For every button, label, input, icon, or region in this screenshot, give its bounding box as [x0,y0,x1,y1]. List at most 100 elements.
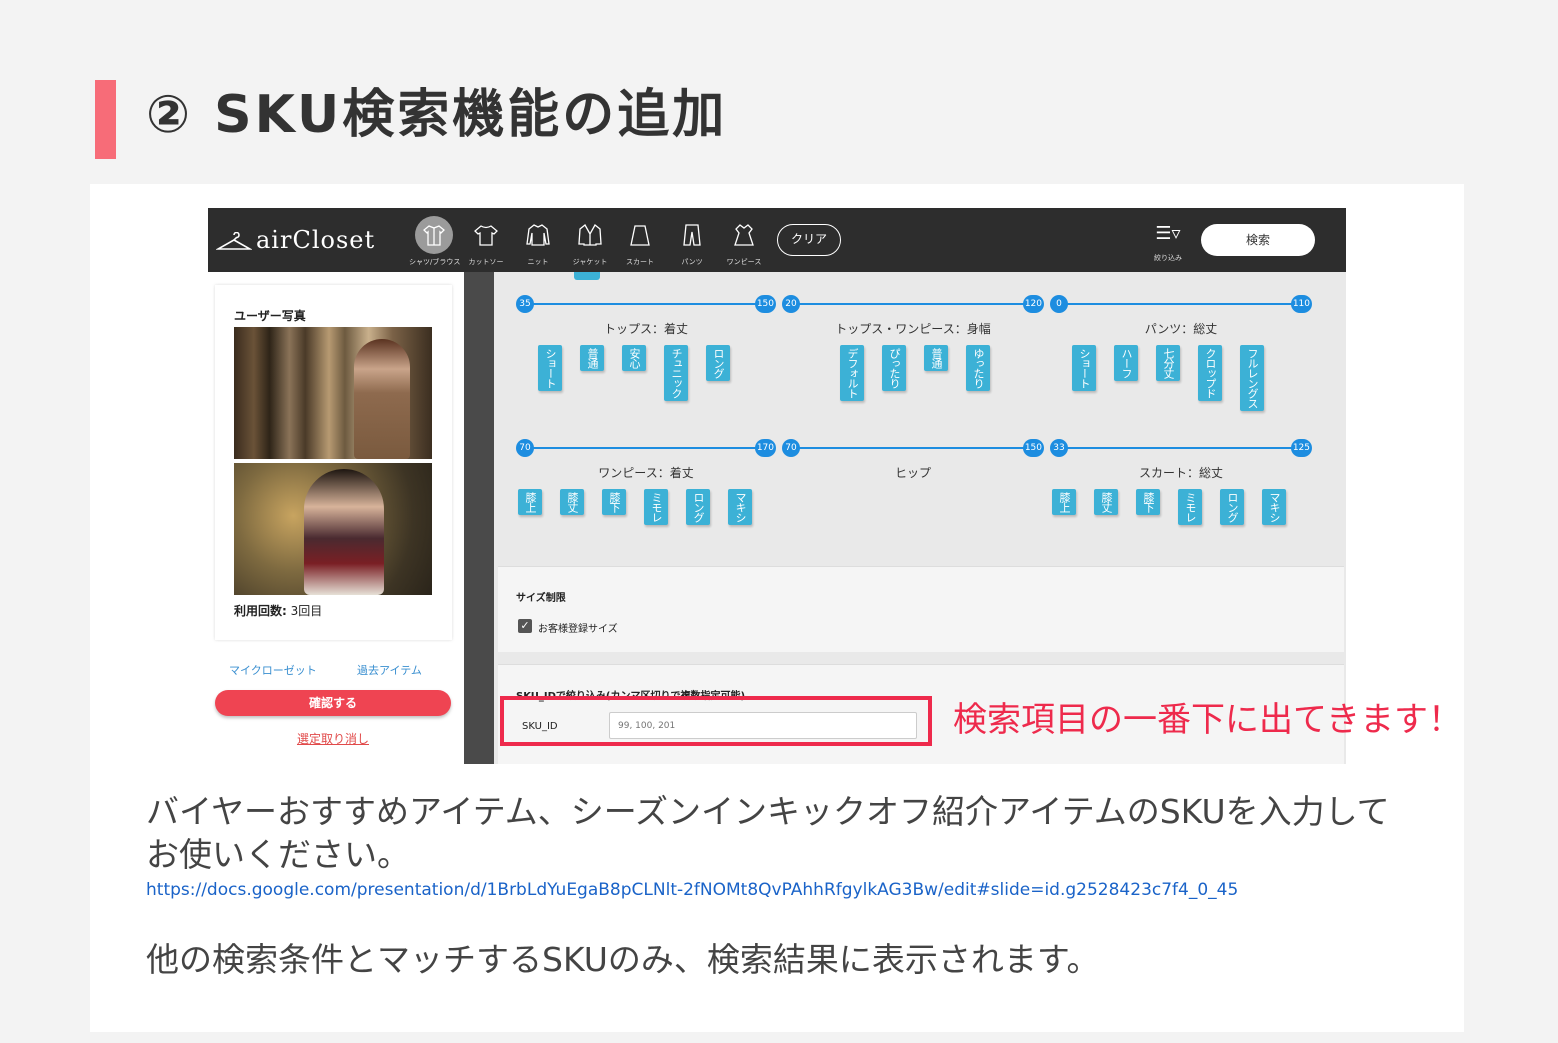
range-max-handle[interactable]: 110 [1290,295,1312,313]
filter-chip[interactable]: フルレングス [1240,345,1264,411]
range-max-handle[interactable]: 125 [1290,439,1312,457]
filter-chip[interactable]: チュニック [664,345,688,401]
range-slider[interactable]: 70 150 [782,439,1044,459]
filter-chip[interactable]: ハーフ [1114,345,1138,381]
clear-button[interactable]: クリア [777,224,841,256]
tshirt-icon [467,216,505,254]
skirt-icon [621,216,659,254]
range-min-handle[interactable]: 35 [516,295,534,313]
tab-past-items[interactable]: 過去アイテム [357,662,422,678]
category-pants[interactable]: パンツ [667,216,717,267]
user-photo-1[interactable] [234,327,432,459]
confirm-button[interactable]: 確認する [215,690,451,716]
registered-size-checkbox[interactable]: ✓ [518,619,532,633]
scrolled-chip-edge [574,272,600,280]
filter-chip[interactable]: 膝丈 [560,489,584,515]
filter-chip[interactable]: 普通 [580,345,604,371]
range-slider[interactable]: 70 170 [516,439,776,459]
range-max-handle[interactable]: 150 [1022,439,1044,457]
hanger-icon [216,231,252,250]
category-label: スカート [626,258,654,266]
callout-text: 検索項目の一番下に出てきます！ [953,700,1462,740]
range-slider[interactable]: 33 125 [1050,439,1312,459]
filter-panel: 35 150 トップス：着丈 ショート 普通 安心 チュニック ロング 20 120 トップス・ワン… [494,272,1346,764]
sku-highlight-box [500,696,932,746]
filter-chip[interactable]: ショート [538,345,562,391]
title-accent-bar [95,80,116,159]
search-button[interactable]: 検索 [1201,224,1315,256]
category-label: シャツ/ブラウス [409,258,461,266]
cancel-selection-link[interactable]: 選定取り消し [208,730,458,747]
filter-chip[interactable]: デフォルト [840,345,864,401]
filter-chip[interactable]: 普通 [924,345,948,371]
range-track [524,303,768,305]
range-max-handle[interactable]: 120 [1022,295,1044,313]
filter-group-title: トップス：着丈 [603,322,688,336]
filter-chip[interactable]: ロング [1220,489,1244,525]
filter-label: 絞り込み [1154,254,1182,262]
range-track [790,447,1036,449]
category-skirt[interactable]: スカート [615,216,665,267]
range-min-handle[interactable]: 0 [1050,295,1068,313]
logo-text: airCloset [256,226,376,254]
category-label: カットソー [468,258,504,266]
filter-chip[interactable]: ロング [706,345,730,381]
range-min-handle[interactable]: 70 [516,439,534,457]
filter-chip[interactable]: ゆったり [966,345,990,391]
aircloset-logo[interactable]: airCloset [216,226,375,254]
registered-size-label: お客様登録サイズ [538,624,618,635]
top-navigation-bar: airCloset シャツ/ブラウス カットソー ニット ジャケット スカート パンツ ワン… [208,208,1346,272]
filter-chip[interactable]: クロップド [1198,345,1222,401]
filter-chip[interactable]: 膝下 [1136,489,1160,515]
range-track [790,303,1036,305]
category-tshirt[interactable]: カットソー [461,216,511,267]
filter-group-title: ヒップ [894,466,931,480]
range-max-handle[interactable]: 170 [754,439,776,457]
category-label: パンツ [681,258,703,266]
filter-group-title: トップス・ワンピース：身幅 [835,322,991,336]
range-track [1058,447,1304,449]
filter-chip[interactable]: 膝上 [1052,489,1076,515]
knit-icon [519,216,557,254]
description-text-2: 他の検索条件とマッチするSKUのみ、検索結果に表示されます。 [146,940,1100,979]
filter-chip[interactable]: マキシ [728,489,752,525]
filter-chip[interactable]: ミモレ [644,489,668,525]
slide-title: ② SKU検索機能の追加 [146,85,728,145]
shirt-icon [415,216,453,254]
filter-chip[interactable]: 膝丈 [1094,489,1118,515]
description-text-1: バイヤーおすすめアイテム、シーズンインキックオフ紹介アイテムのSKUを入力してお… [146,792,1390,874]
left-panel: ユーザー写真 利用回数: 3回目 マイクローゼット 過去アイテム 確認する 選定… [208,272,464,764]
filter-chip[interactable]: ロング [686,489,710,525]
category-shirt[interactable]: シャツ/ブラウス [409,216,461,267]
category-dress[interactable]: ワンピース [719,216,769,267]
category-label: ジャケット [572,258,608,266]
panel-divider [464,272,494,764]
filter-chip[interactable]: 膝上 [518,489,542,515]
filter-chip[interactable]: マキシ [1262,489,1286,525]
filter-button[interactable]: ☰▿ 絞り込み [1148,220,1188,263]
filter-chip[interactable]: 七分丈 [1156,345,1180,381]
range-slider[interactable]: 35 150 [516,295,776,315]
category-knit[interactable]: ニット [513,216,563,267]
filter-chip[interactable]: ショート [1072,345,1096,391]
filter-chip[interactable]: 膝下 [602,489,626,515]
filter-chip[interactable]: ミモレ [1178,489,1202,525]
dress-icon [725,216,763,254]
reference-link[interactable]: https://docs.google.com/presentation/d/1… [146,880,1238,900]
tab-my-closet[interactable]: マイクローゼット [229,662,317,678]
user-photo-card: ユーザー写真 利用回数: 3回目 [215,285,452,640]
category-jacket[interactable]: ジャケット [565,216,615,267]
range-slider[interactable]: 0 110 [1050,295,1312,315]
filter-group-title: パンツ：総丈 [1144,322,1218,336]
filter-group-title: ワンピース：着丈 [598,466,694,480]
user-photo-2[interactable] [234,463,432,595]
range-track [524,447,768,449]
range-min-handle[interactable]: 70 [782,439,800,457]
usage-count: 利用回数: 3回目 [234,602,322,619]
range-min-handle[interactable]: 20 [782,295,800,313]
filter-chip[interactable]: ぴったり [882,345,906,391]
filter-chip[interactable]: 安心 [622,345,646,371]
range-max-handle[interactable]: 150 [754,295,776,313]
range-min-handle[interactable]: 33 [1050,439,1068,457]
range-slider[interactable]: 20 120 [782,295,1044,315]
